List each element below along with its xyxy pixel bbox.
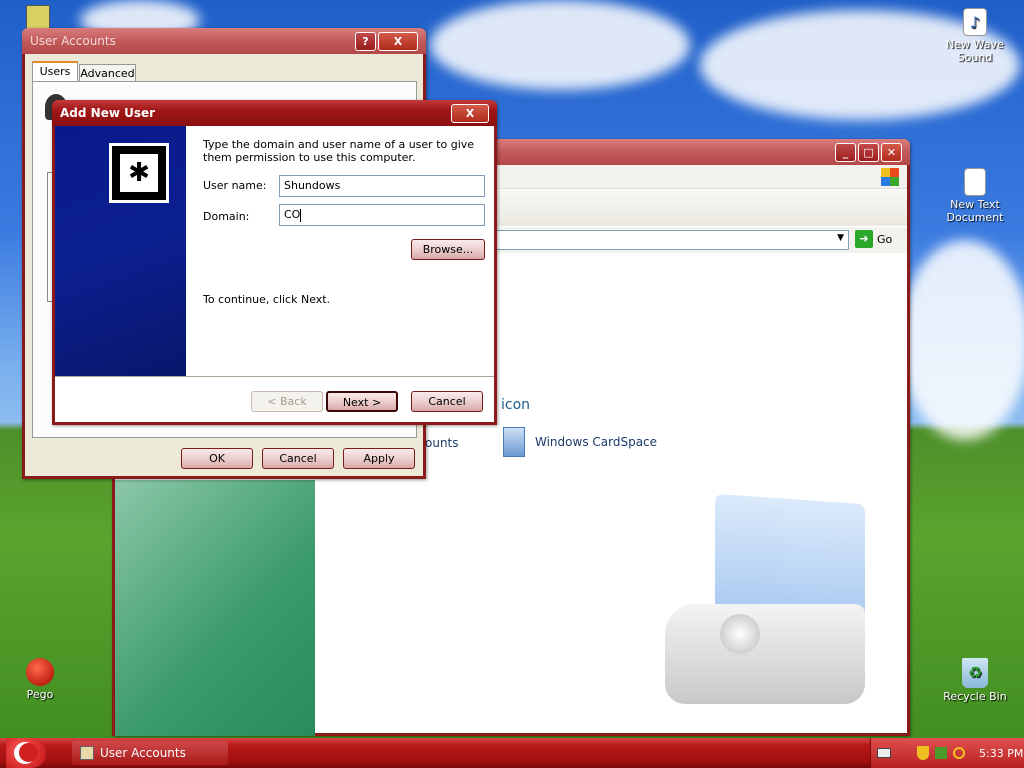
- browse-button[interactable]: Browse...: [411, 239, 485, 260]
- desktop-icon-text[interactable]: New Text Document: [935, 168, 1015, 224]
- text-cursor: [300, 208, 302, 222]
- maximize-button[interactable]: □: [858, 142, 879, 162]
- tab-advanced[interactable]: Advanced: [79, 64, 136, 82]
- help-button[interactable]: ?: [355, 31, 376, 51]
- desktop-icon-recycle[interactable]: ♻ Recycle Bin: [935, 658, 1015, 703]
- recycle-bin-icon: ♻: [962, 658, 988, 688]
- cloud: [900, 240, 1024, 440]
- close-button[interactable]: X: [451, 103, 489, 123]
- domain-label: Domain:: [203, 210, 250, 223]
- desktop-icon-wave[interactable]: ♪ New Wave Sound: [935, 8, 1015, 64]
- cancel-button[interactable]: Cancel: [262, 448, 334, 469]
- ok-button[interactable]: OK: [181, 448, 253, 469]
- username-label: User name:: [203, 179, 267, 192]
- network-icon[interactable]: [935, 747, 947, 759]
- close-button[interactable]: ✕: [881, 142, 902, 162]
- start-button[interactable]: [6, 738, 46, 768]
- dialog-divider: [55, 376, 494, 377]
- cancel-button[interactable]: Cancel: [411, 391, 483, 412]
- back-button[interactable]: < Back: [251, 391, 323, 412]
- desktop-icon-label: New Text Document: [946, 198, 1004, 224]
- go-label: Go: [877, 232, 893, 246]
- user-accounts-titlebar[interactable]: User Accounts ? X: [22, 28, 426, 54]
- taskbar: User Accounts 5:33 PM: [0, 738, 1024, 768]
- shield-icon[interactable]: [917, 746, 929, 760]
- username-field[interactable]: Shundows: [279, 175, 485, 197]
- pego-shortcut-icon: [26, 658, 54, 686]
- desktop-icon-pego[interactable]: Pego: [0, 658, 80, 701]
- cardspace-label: Windows CardSpace: [535, 435, 658, 449]
- keypad-graphic: [665, 493, 875, 709]
- cloud: [430, 0, 690, 90]
- desktop-icon-label: New Wave Sound: [946, 38, 1004, 64]
- user-accounts-icon: [80, 746, 94, 760]
- chevron-down-icon[interactable]: ▼: [837, 233, 844, 243]
- wizard-banner: ✱: [55, 126, 186, 376]
- clock: 5:33 PM: [979, 746, 1024, 760]
- window-title: User Accounts: [30, 34, 116, 48]
- dialog-title: Add New User: [60, 106, 156, 120]
- go-button[interactable]: ➜ Go: [855, 230, 892, 248]
- search-icon[interactable]: [953, 747, 965, 759]
- go-arrow-icon: ➜: [855, 230, 873, 248]
- domain-value: CO: [284, 208, 301, 221]
- desktop-icon-label: Pego: [26, 688, 54, 701]
- instructions-text: Type the domain and user name of a user …: [203, 138, 475, 164]
- close-button[interactable]: X: [378, 31, 418, 51]
- system-tray: 5:33 PM: [870, 738, 1024, 768]
- desktop-icon-label: Recycle Bin: [943, 690, 1007, 703]
- task-button-user-accounts[interactable]: User Accounts: [72, 741, 228, 765]
- desktop-icon-partial[interactable]: [26, 5, 50, 29]
- security-key-icon: ✱: [109, 143, 169, 203]
- tab-users[interactable]: Users: [32, 61, 78, 82]
- category-link-partial[interactable]: icon: [501, 397, 530, 413]
- task-label: User Accounts: [100, 746, 186, 760]
- text-file-icon: [964, 168, 986, 196]
- continue-text: To continue, click Next.: [203, 293, 331, 306]
- user-accounts-link-partial[interactable]: ounts: [425, 436, 459, 450]
- add-user-titlebar[interactable]: Add New User X: [52, 100, 497, 126]
- side-panel: [115, 480, 315, 736]
- windows-logo-icon: [881, 168, 899, 186]
- apply-button[interactable]: Apply: [343, 448, 415, 469]
- domain-field[interactable]: CO: [279, 204, 485, 226]
- next-button[interactable]: Next >: [326, 391, 398, 412]
- wav-file-icon: ♪: [963, 8, 987, 36]
- add-new-user-dialog[interactable]: Add New User X ✱ Type the domain and use…: [52, 100, 497, 425]
- cardspace-item[interactable]: Windows CardSpace: [503, 427, 657, 457]
- keyboard-icon[interactable]: [877, 748, 891, 758]
- cardspace-icon: [503, 427, 525, 457]
- minimize-button[interactable]: _: [835, 142, 856, 162]
